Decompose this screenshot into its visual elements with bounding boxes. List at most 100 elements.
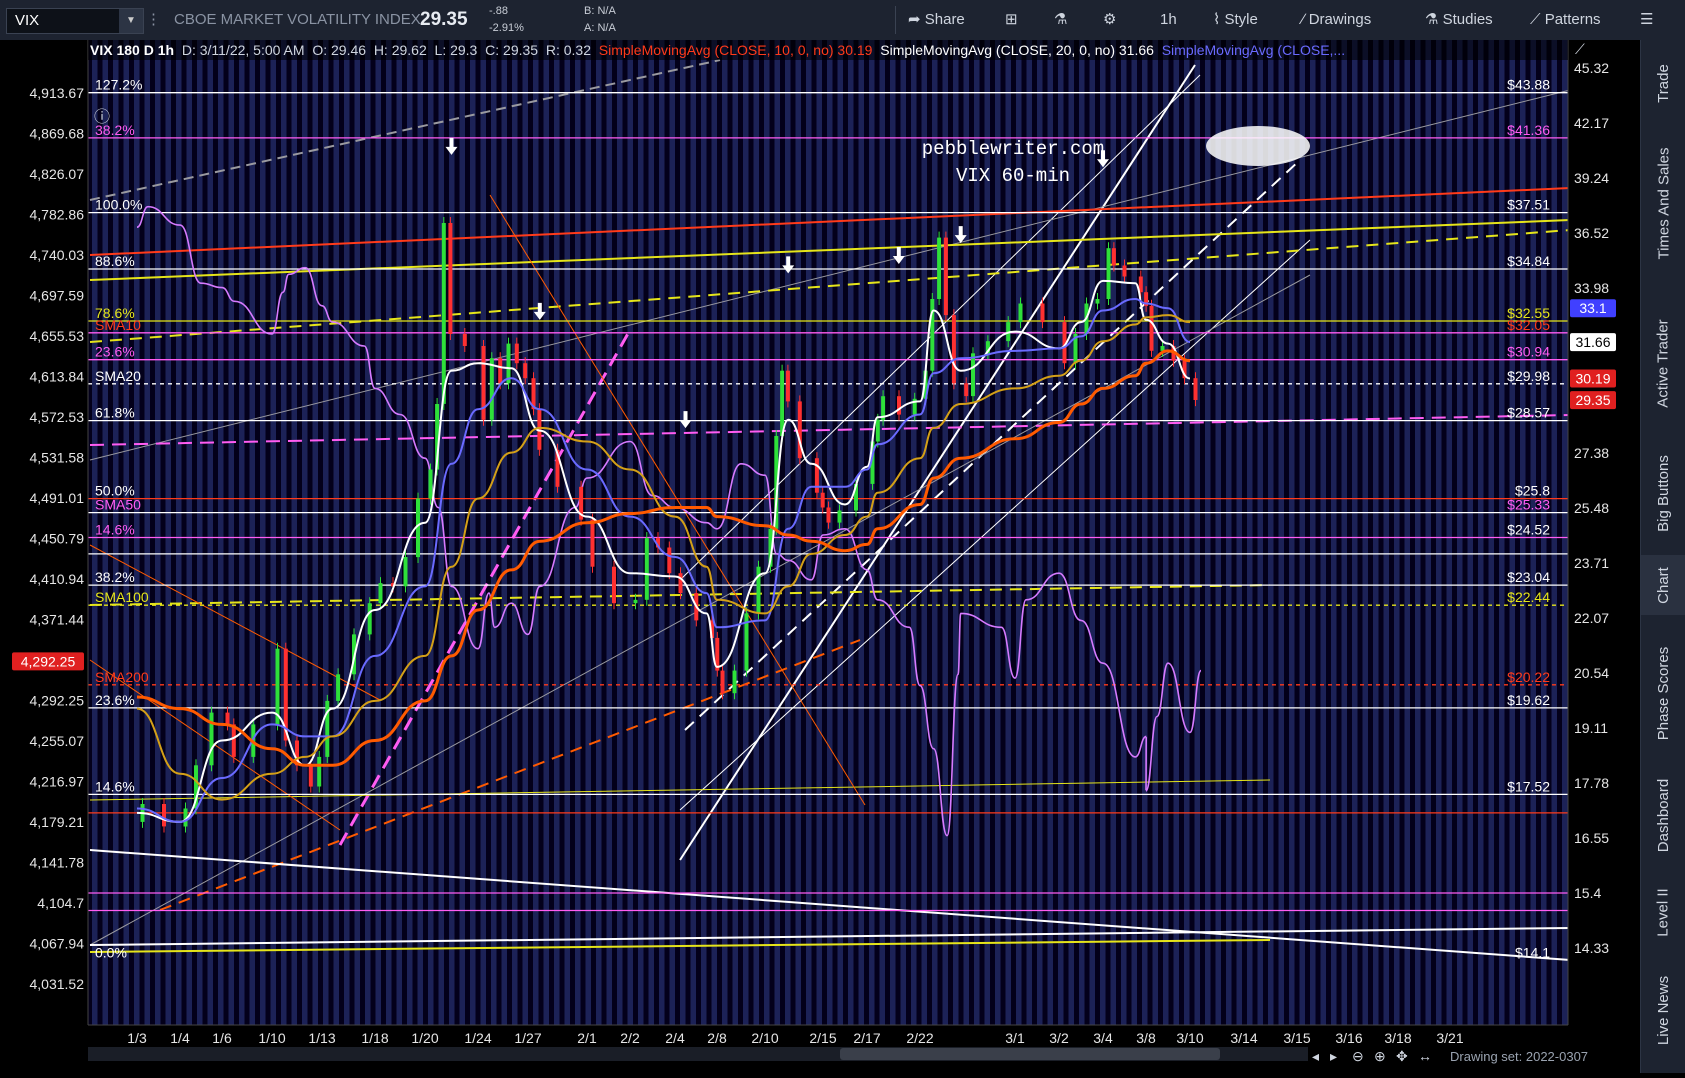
- tab-big-buttons-label: Big Buttons: [1655, 454, 1672, 532]
- panel-menu-button[interactable]: ☰: [1640, 0, 1653, 40]
- session-stripe: [575, 40, 581, 1025]
- level-label-right: $17.52: [1507, 778, 1550, 794]
- tab-chart[interactable]: Chart: [1641, 555, 1685, 615]
- session-stripe: [1289, 40, 1295, 1025]
- x-tick: 3/16: [1335, 1030, 1362, 1046]
- price-chart[interactable]: pebblewriter.com VIX 60-min 127.2% 38.2% 1…: [0, 40, 1640, 1073]
- y-left-tick: 4,371.44: [30, 612, 85, 628]
- tab-times-and-sales[interactable]: Times And Sales: [1641, 128, 1685, 278]
- tab-dashboard[interactable]: Dashboard: [1641, 765, 1685, 865]
- patterns-button[interactable]: ⟋ Patterns: [1530, 0, 1601, 40]
- settings-button[interactable]: ⚙: [1103, 0, 1116, 40]
- session-stripe: [1026, 40, 1032, 1025]
- candle-body: [590, 519, 595, 567]
- session-stripe: [1257, 40, 1263, 1025]
- flask-button[interactable]: ⚗: [1054, 0, 1067, 40]
- chevron-down-icon[interactable]: ▼: [119, 9, 143, 33]
- bar-close: C: 29.35: [485, 42, 539, 58]
- session-stripe: [333, 40, 339, 1025]
- session-stripe: [1215, 40, 1221, 1025]
- x-tick: 2/10: [751, 1030, 778, 1046]
- tab-phase-scores[interactable]: Phase Scores: [1641, 628, 1685, 758]
- session-stripe: [218, 40, 224, 1025]
- level-label-left: 14.6%: [95, 778, 135, 794]
- x-tick: 2/15: [809, 1030, 836, 1046]
- session-stripe: [1404, 40, 1410, 1025]
- candle-body: [837, 510, 842, 523]
- session-stripe: [669, 40, 675, 1025]
- pan-icon[interactable]: ↔: [1418, 1048, 1432, 1064]
- x-tick: 2/22: [906, 1030, 933, 1046]
- zoom-out-icon[interactable]: ⊖: [1352, 1048, 1364, 1064]
- candle-body: [1149, 305, 1154, 351]
- session-stripe: [701, 40, 707, 1025]
- sma10-study[interactable]: SimpleMovingAvg (CLOSE, 10, 0, no): [599, 42, 834, 58]
- session-stripe: [785, 40, 791, 1025]
- session-stripe: [1131, 40, 1137, 1025]
- y-right-tick: 16.55: [1574, 830, 1609, 846]
- tab-big-buttons[interactable]: Big Buttons: [1641, 438, 1685, 548]
- bar-high: H: 29.62: [373, 42, 427, 58]
- session-stripe: [312, 40, 318, 1025]
- session-stripe: [753, 40, 759, 1025]
- y-left-tick: 4,104.7: [37, 895, 84, 911]
- sma20-study[interactable]: SimpleMovingAvg (CLOSE, 20, 0, no): [880, 42, 1115, 58]
- scroll-left-icon[interactable]: ◂: [1312, 1048, 1319, 1064]
- candle-body: [231, 724, 236, 757]
- x-tick: 2/4: [665, 1030, 685, 1046]
- session-stripe: [806, 40, 812, 1025]
- session-stripe: [953, 40, 959, 1025]
- candle-body: [826, 507, 831, 523]
- x-tick: 1/27: [514, 1030, 541, 1046]
- session-stripe: [480, 40, 486, 1025]
- session-stripe: [617, 40, 623, 1025]
- candle-body: [1193, 378, 1198, 400]
- pencil-icon: ∕: [1302, 11, 1305, 28]
- session-stripe: [186, 40, 192, 1025]
- tab-trade-label: Trade: [1654, 63, 1672, 103]
- tab-trade[interactable]: Trade: [1641, 48, 1685, 118]
- scroll-right-icon[interactable]: ▸: [1330, 1048, 1337, 1064]
- studies-flask-icon: ⚗: [1425, 11, 1439, 28]
- style-button[interactable]: ⌇ Style: [1213, 0, 1258, 40]
- session-stripe: [1068, 40, 1074, 1025]
- scrollbar-thumb[interactable]: [840, 1048, 1220, 1060]
- drawings-button[interactable]: ∕ Drawings: [1302, 0, 1371, 40]
- session-stripe: [680, 40, 686, 1025]
- symbol-text: VIX: [15, 12, 40, 29]
- session-stripe: [1278, 40, 1284, 1025]
- session-stripe: [606, 40, 612, 1025]
- y-left-tick: 4,292.25: [30, 693, 85, 709]
- compare-button[interactable]: ⊞: [1005, 0, 1018, 40]
- target-ellipse: [1206, 126, 1310, 166]
- y-right-tick: 33.98: [1574, 280, 1609, 296]
- watermark-site: pebblewriter.com: [922, 138, 1104, 160]
- session-stripe: [596, 40, 602, 1025]
- sma-more-study[interactable]: SimpleMovingAvg (CLOSE,...: [1162, 42, 1345, 58]
- candle-body: [720, 670, 725, 694]
- interval-button[interactable]: 1h: [1160, 0, 1177, 40]
- tab-level-ii[interactable]: Level II: [1641, 872, 1685, 952]
- symbol-input[interactable]: VIX ▼: [6, 8, 144, 34]
- session-stripe: [270, 40, 276, 1025]
- tab-active-trader[interactable]: Active Trader: [1641, 298, 1685, 428]
- bar-low: L: 29.3: [434, 42, 478, 58]
- level-label-left: 14.6%: [95, 522, 135, 538]
- drawings-label: Drawings: [1308, 11, 1372, 28]
- chart-area[interactable]: pebblewriter.com VIX 60-min 127.2% 38.2% 1…: [0, 40, 1640, 1073]
- x-tick: 3/4: [1093, 1030, 1113, 1046]
- crosshair-icon[interactable]: ✥: [1396, 1048, 1408, 1064]
- session-stripe: [501, 40, 507, 1025]
- candle-body: [1040, 303, 1045, 323]
- tab-live-news[interactable]: Live News: [1641, 960, 1685, 1060]
- studies-button[interactable]: ⚗ Studies: [1425, 0, 1493, 40]
- candle-body: [308, 765, 313, 787]
- level-label-left: SMA200: [95, 669, 149, 685]
- bar-range: R: 0.32: [545, 42, 591, 58]
- link-icon[interactable]: ⋮: [146, 0, 161, 40]
- share-button[interactable]: ➦ Share: [908, 0, 965, 40]
- expand-icon[interactable]: ⟋: [1575, 41, 1585, 57]
- zoom-in-icon[interactable]: ⊕: [1374, 1048, 1386, 1064]
- session-stripe: [1373, 40, 1379, 1025]
- chart-info-icon[interactable]: ⓘ: [94, 108, 110, 126]
